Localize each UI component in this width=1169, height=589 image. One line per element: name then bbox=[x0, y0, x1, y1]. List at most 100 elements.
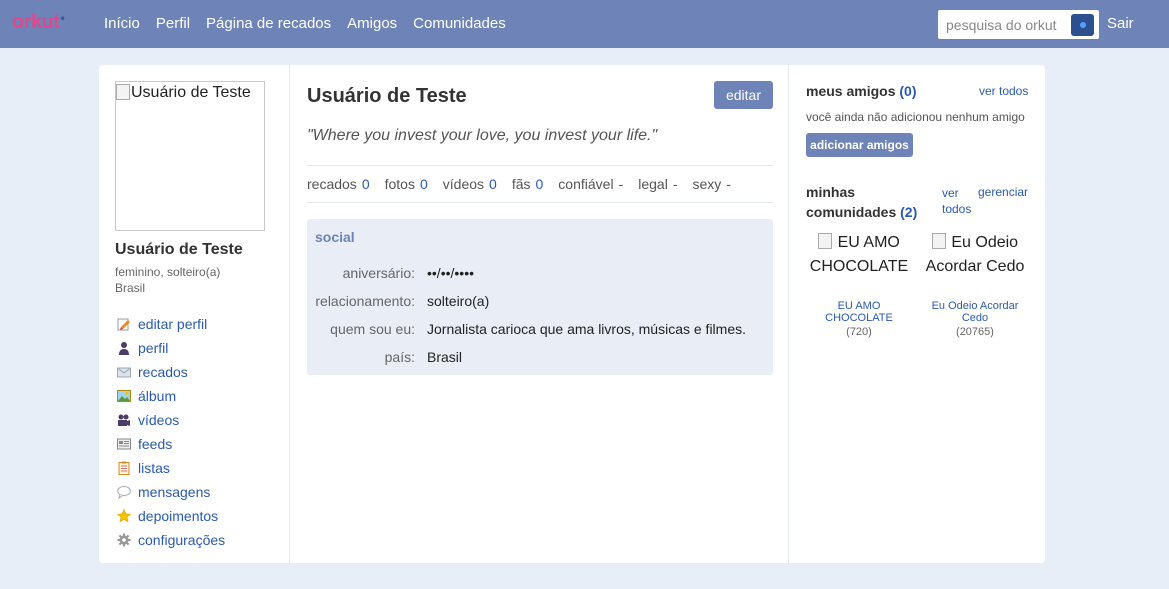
add-friends-button[interactable]: adicionar amigos bbox=[806, 133, 913, 157]
menu-item-album[interactable]: álbum bbox=[117, 384, 225, 408]
social-row-value: Jornalista carioca que ama livros, músic… bbox=[427, 321, 747, 337]
nav-perfil[interactable]: Perfil bbox=[156, 15, 190, 32]
profile-info-country: Brasil bbox=[115, 281, 146, 295]
social-row-label: quem sou eu: bbox=[330, 321, 415, 337]
communities-title-line2: comunidades bbox=[806, 204, 897, 220]
profile-stats: recados 0 fotos 0 vídeos 0 fãs 0 confiável - … bbox=[307, 165, 773, 203]
stat-legal[interactable]: legal - bbox=[638, 176, 677, 192]
stat-label: legal bbox=[638, 176, 668, 192]
stat-recados[interactable]: recados 0 bbox=[307, 176, 370, 192]
menu-item-mensagens[interactable]: mensagens bbox=[117, 480, 225, 504]
menu-item-perfil[interactable]: perfil bbox=[117, 336, 225, 360]
menu-label-album[interactable]: álbum bbox=[138, 388, 176, 404]
orkut-logo[interactable]: orkut • bbox=[12, 11, 65, 34]
community-card[interactable]: EU AMO CHOCOLATE EU AMO CHOCOLATE (720) bbox=[804, 231, 914, 338]
social-section-title: social bbox=[315, 229, 355, 245]
stat-value[interactable]: - bbox=[619, 176, 624, 192]
communities-title-line1: minhas bbox=[806, 184, 856, 200]
stat-value[interactable]: - bbox=[673, 176, 678, 192]
stat-confiavel[interactable]: confiável - bbox=[558, 176, 623, 192]
menu-label-videos[interactable]: vídeos bbox=[138, 412, 179, 428]
stat-value[interactable]: 0 bbox=[489, 176, 497, 192]
menu-label-configuracoes[interactable]: configurações bbox=[138, 532, 225, 548]
edit-profile-icon bbox=[117, 317, 131, 331]
profile-info: feminino, solteiro(a) Brasil bbox=[115, 264, 220, 296]
left-column: Usuário de Teste Usuário de Teste femini… bbox=[99, 65, 290, 563]
see-all-line1[interactable]: ver bbox=[942, 185, 971, 201]
menu-label-listas[interactable]: listas bbox=[138, 460, 170, 476]
middle-column: Usuário de Teste editar "Where you inves… bbox=[291, 65, 789, 563]
communities-see-all-link[interactable]: ver todos bbox=[942, 185, 971, 217]
stat-videos[interactable]: vídeos 0 bbox=[443, 176, 497, 192]
star-icon bbox=[117, 509, 131, 523]
community-name[interactable]: EU AMO CHOCOLATE bbox=[804, 300, 914, 324]
user-icon bbox=[117, 341, 131, 355]
logout-link[interactable]: Sair bbox=[1107, 15, 1134, 32]
community-card[interactable]: Eu Odeio Acordar Cedo Eu Odeio Acordar C… bbox=[920, 231, 1030, 338]
speech-bubble-icon bbox=[117, 485, 131, 499]
social-row-value: solteiro(a) bbox=[427, 293, 490, 309]
communities-heading: minhas comunidades (2) bbox=[806, 182, 917, 222]
social-row-relacionamento: relacionamento: solteiro(a) bbox=[307, 287, 773, 315]
nav-inicio[interactable]: Início bbox=[104, 15, 140, 32]
right-column: meus amigos (0) ver todos você ainda não… bbox=[790, 65, 1045, 563]
social-row-label: país: bbox=[384, 349, 415, 365]
profile-quote: "Where you invest your love, you invest … bbox=[307, 127, 658, 144]
social-row-aniversario: aniversário: ••/••/•••• bbox=[307, 259, 773, 287]
community-image[interactable]: EU AMO CHOCOLATE bbox=[804, 231, 914, 294]
stat-label: vídeos bbox=[442, 176, 485, 192]
see-all-line2[interactable]: todos bbox=[942, 201, 971, 217]
community-image[interactable]: Eu Odeio Acordar Cedo bbox=[920, 231, 1030, 294]
menu-label-recados[interactable]: recados bbox=[138, 364, 188, 380]
community-member-count: (20765) bbox=[956, 326, 994, 338]
edit-button[interactable]: editar bbox=[714, 81, 773, 109]
friends-empty-note: você ainda não adicionou nenhum amigo bbox=[806, 110, 1025, 124]
stat-label: fotos bbox=[384, 176, 415, 192]
menu-item-feeds[interactable]: feeds bbox=[117, 432, 225, 456]
stat-fas[interactable]: fãs 0 bbox=[512, 176, 543, 192]
menu-item-editar-perfil[interactable]: editar perfil bbox=[117, 312, 225, 336]
menu-label-perfil[interactable]: perfil bbox=[138, 340, 168, 356]
stat-label: recados bbox=[307, 176, 357, 192]
social-row-value: Brasil bbox=[427, 349, 463, 365]
communities-manage-link[interactable]: gerenciar bbox=[978, 185, 1028, 199]
friends-see-all-link[interactable]: ver todos bbox=[979, 84, 1028, 98]
friends-title: meus amigos bbox=[806, 83, 896, 99]
profile-menu: editar perfil perfil recados álbum vídeo… bbox=[117, 312, 225, 552]
menu-label-editar-perfil[interactable]: editar perfil bbox=[138, 316, 207, 332]
communities-count[interactable]: (2) bbox=[900, 204, 917, 220]
stat-value[interactable]: - bbox=[726, 176, 731, 192]
stat-label: sexy bbox=[692, 176, 722, 192]
search-input[interactable] bbox=[946, 11, 1074, 38]
menu-item-recados[interactable]: recados bbox=[117, 360, 225, 384]
menu-label-depoimentos[interactable]: depoimentos bbox=[138, 508, 218, 524]
broken-image-icon bbox=[818, 233, 833, 249]
profile-photo[interactable]: Usuário de Teste bbox=[115, 81, 265, 231]
stat-fotos[interactable]: fotos 0 bbox=[385, 176, 428, 192]
social-row-label: aniversário: bbox=[342, 265, 415, 281]
logo-text[interactable]: orkut bbox=[12, 11, 60, 34]
stat-value[interactable]: 0 bbox=[362, 176, 370, 192]
community-name[interactable]: Eu Odeio Acordar Cedo bbox=[920, 300, 1030, 324]
menu-item-videos[interactable]: vídeos bbox=[117, 408, 225, 432]
nav-comunidades[interactable]: Comunidades bbox=[413, 15, 506, 32]
stat-label: fãs bbox=[511, 176, 531, 192]
menu-item-configuracoes[interactable]: configurações bbox=[117, 528, 225, 552]
menu-label-mensagens[interactable]: mensagens bbox=[138, 484, 210, 500]
stat-sexy[interactable]: sexy - bbox=[693, 176, 731, 192]
stat-label: confiável bbox=[558, 176, 614, 192]
stat-value[interactable]: 0 bbox=[536, 176, 544, 192]
friends-count[interactable]: (0) bbox=[899, 83, 916, 99]
gear-icon bbox=[117, 533, 131, 547]
menu-item-depoimentos[interactable]: depoimentos bbox=[117, 504, 225, 528]
menu-label-feeds[interactable]: feeds bbox=[138, 436, 172, 452]
search-button[interactable] bbox=[1071, 14, 1094, 36]
menu-item-listas[interactable]: listas bbox=[117, 456, 225, 480]
video-camera-icon bbox=[117, 413, 131, 427]
community-member-count: (720) bbox=[846, 326, 872, 338]
nav-pagina-de-recados[interactable]: Página de recados bbox=[206, 15, 331, 32]
profile-photo-alt: Usuário de Teste bbox=[131, 84, 251, 101]
stat-value[interactable]: 0 bbox=[420, 176, 428, 192]
nav-amigos[interactable]: Amigos bbox=[347, 15, 397, 32]
friends-heading: meus amigos (0) bbox=[806, 83, 917, 99]
